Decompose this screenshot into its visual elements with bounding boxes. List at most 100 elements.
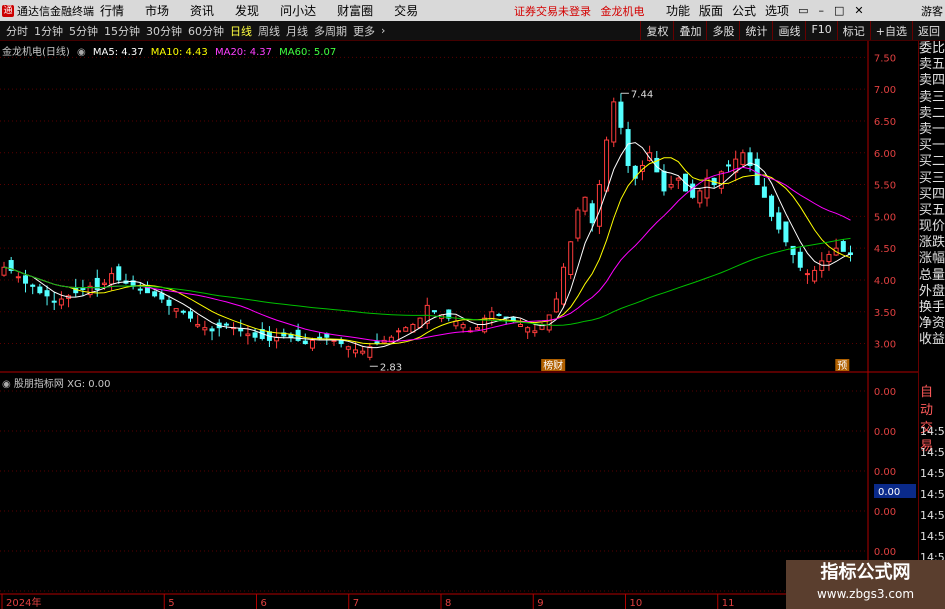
app-title: 通达信金融终端 bbox=[17, 4, 94, 18]
candle-body bbox=[546, 314, 552, 331]
period-multi[interactable]: 多周期 bbox=[314, 23, 347, 39]
btn-stats[interactable]: 统计 bbox=[739, 21, 772, 40]
menu-options[interactable]: 选项 bbox=[765, 2, 789, 19]
trade-time: 14:56 bbox=[920, 425, 945, 438]
book-label: 卖三 bbox=[919, 89, 945, 105]
candle-body bbox=[431, 310, 437, 313]
candle-body bbox=[180, 310, 186, 313]
x-tick-label: 11 bbox=[722, 598, 735, 609]
menu-news[interactable]: 资讯 bbox=[190, 2, 214, 19]
login-notice[interactable]: 证券交易未登录 金龙机电 bbox=[514, 3, 645, 19]
menu-market[interactable]: 市场 bbox=[145, 2, 169, 19]
indicator-legend: ◉ 股朋指标网 XG: 0.00 bbox=[2, 375, 111, 390]
candle-body bbox=[596, 184, 602, 227]
menu-formula[interactable]: 公式 bbox=[732, 2, 756, 19]
book-label: 涨幅 bbox=[919, 251, 945, 267]
menu-ask[interactable]: 问小达 bbox=[280, 2, 316, 19]
trade-time: 14:56 bbox=[920, 488, 945, 501]
x-tick-label: 10 bbox=[630, 598, 643, 609]
candle-body bbox=[209, 328, 215, 332]
x-tick-label: 7 bbox=[353, 598, 359, 609]
legend-toggle-icon[interactable]: ◉ bbox=[77, 47, 86, 58]
watermark-title: 指标公式网 bbox=[820, 562, 911, 583]
candle-body bbox=[396, 330, 402, 333]
candle-body bbox=[668, 184, 674, 188]
candle-body bbox=[675, 177, 681, 181]
menu-discover[interactable]: 发现 bbox=[235, 2, 259, 19]
candle-body bbox=[152, 291, 158, 297]
candle-body bbox=[245, 333, 251, 337]
btn-fuquan[interactable]: 复权 bbox=[640, 21, 673, 40]
period-60min[interactable]: 60分钟 bbox=[188, 23, 224, 39]
period-monthly[interactable]: 月线 bbox=[286, 23, 308, 39]
candle-body bbox=[252, 332, 258, 338]
close-icon[interactable]: ✕ bbox=[854, 4, 863, 17]
y-tick-label: 7.50 bbox=[874, 53, 896, 64]
y-tick-label: 5.00 bbox=[874, 212, 896, 223]
chevron-right-icon[interactable]: › bbox=[381, 24, 385, 37]
y-tick-label: 5.50 bbox=[874, 181, 896, 192]
book-label: 总量 bbox=[919, 267, 945, 283]
menu-function[interactable]: 功能 bbox=[666, 2, 690, 19]
menu-quotes[interactable]: 行情 bbox=[100, 2, 124, 19]
menu-wealth[interactable]: 财富圈 bbox=[337, 2, 373, 19]
period-daily[interactable]: 日线 bbox=[230, 23, 252, 39]
candle-body bbox=[625, 129, 631, 166]
restore-icon[interactable]: ▭ bbox=[798, 4, 808, 17]
book-label: 买四 bbox=[919, 186, 945, 202]
watermark-badge: 指标公式网 www.zbgs3.com bbox=[786, 560, 945, 609]
candle-body bbox=[797, 251, 803, 268]
btn-overlay[interactable]: 叠加 bbox=[673, 21, 706, 40]
btn-multi-stock[interactable]: 多股 bbox=[706, 21, 739, 40]
period-1min[interactable]: 1分钟 bbox=[34, 23, 63, 39]
candle-body bbox=[690, 183, 696, 198]
minimize-icon[interactable]: – bbox=[818, 4, 824, 17]
period-toolbar: 分时 1分钟 5分钟 15分钟 30分钟 60分钟 日线 周线 月线 多周期 更… bbox=[0, 21, 945, 41]
indicator-current-value: 0.00 bbox=[878, 487, 900, 498]
book-label: 涨跌 bbox=[919, 235, 945, 251]
candle-body bbox=[188, 311, 194, 319]
btn-back[interactable]: 返回 bbox=[912, 21, 945, 40]
candle-body bbox=[302, 340, 308, 345]
y-tick-label: 6.00 bbox=[874, 149, 896, 160]
kline-chart-area[interactable]: 7.50 7.00 6.50 6.00 5.50 5.00 4.50 4.00 3.50 3.00… bbox=[0, 41, 918, 609]
candle-body bbox=[661, 170, 667, 192]
btn-draw[interactable]: 画线 bbox=[772, 21, 805, 40]
indicator-toggle-icon[interactable]: ◉ bbox=[2, 379, 11, 390]
candle-body bbox=[238, 328, 244, 332]
kline-chart[interactable]: 7.50 7.00 6.50 6.00 5.50 5.00 4.50 4.00 3.50 3.00… bbox=[0, 41, 918, 609]
menu-layout[interactable]: 版面 bbox=[699, 2, 723, 19]
guest-label[interactable]: 游客 bbox=[921, 3, 943, 19]
period-5min[interactable]: 5分钟 bbox=[69, 23, 98, 39]
candle-body bbox=[812, 269, 818, 282]
y-tick-label: 3.50 bbox=[874, 308, 896, 319]
indicator-label: 股朋指标网 XG: 0.00 bbox=[13, 379, 111, 390]
y-tick-label: 4.00 bbox=[874, 276, 896, 287]
indicator-tick-label: 0.00 bbox=[874, 387, 896, 398]
btn-mark[interactable]: 标记 bbox=[836, 21, 870, 40]
candle-body bbox=[740, 152, 746, 165]
x-tick-label: 9 bbox=[537, 598, 543, 609]
btn-f10[interactable]: F10 bbox=[805, 21, 836, 40]
period-timeshare[interactable]: 分时 bbox=[6, 23, 28, 39]
stock-title[interactable]: 金龙机电(日线) bbox=[2, 47, 70, 58]
candle-body bbox=[568, 241, 574, 275]
btn-add-watch[interactable]: +自选 bbox=[869, 21, 912, 40]
period-30min[interactable]: 30分钟 bbox=[146, 23, 182, 39]
ma10-value: MA10: 4.43 bbox=[150, 47, 208, 58]
candle-body bbox=[561, 266, 567, 305]
period-15min[interactable]: 15分钟 bbox=[104, 23, 140, 39]
candle-body bbox=[553, 298, 559, 313]
candle-body bbox=[360, 350, 366, 354]
ma5-value: MA5: 4.37 bbox=[92, 47, 144, 58]
candle-body bbox=[317, 336, 323, 339]
candle-body bbox=[826, 254, 832, 263]
candle-body bbox=[589, 203, 595, 224]
candle-body bbox=[804, 273, 810, 276]
period-more[interactable]: 更多 bbox=[353, 23, 375, 39]
candle-body bbox=[309, 339, 315, 349]
candle-body bbox=[173, 308, 179, 312]
maximize-icon[interactable]: □ bbox=[834, 4, 844, 17]
period-weekly[interactable]: 周线 bbox=[258, 23, 280, 39]
menu-trade[interactable]: 交易 bbox=[394, 2, 418, 19]
